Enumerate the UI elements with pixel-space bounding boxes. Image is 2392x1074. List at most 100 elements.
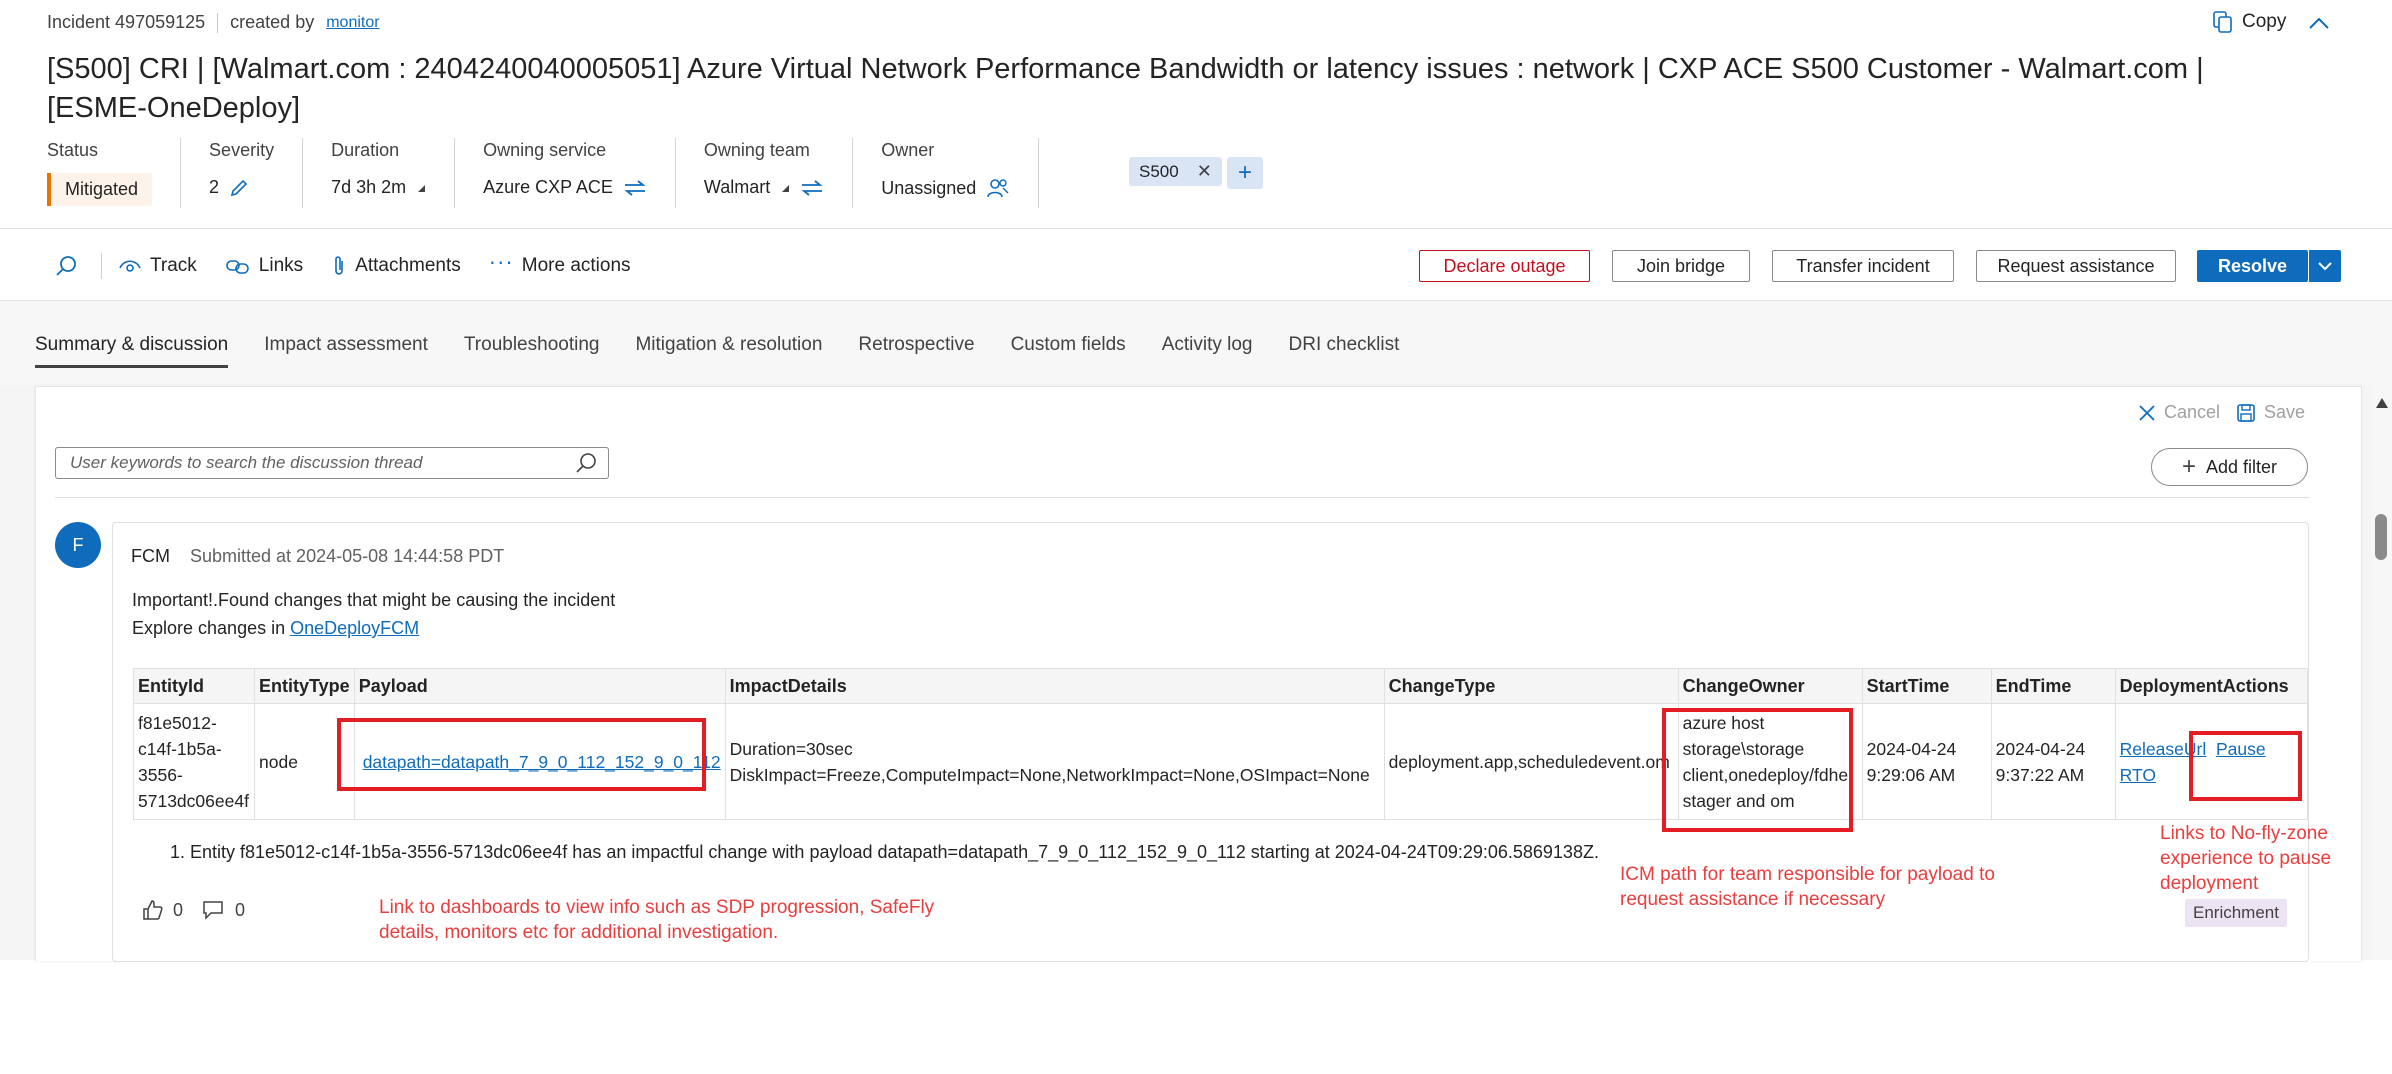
cancel-label: Cancel: [2164, 402, 2221, 422]
transfer-incident-button[interactable]: Transfer incident: [1772, 250, 1954, 282]
col-header-changeowner: ChangeOwner: [1677, 668, 1863, 704]
tab-impact-assessment[interactable]: Impact assessment: [264, 330, 428, 370]
declare-outage-button[interactable]: Declare outage: [1419, 250, 1590, 282]
incident-title: [S500] CRI | [Walmart.com : 240424004000…: [47, 53, 2204, 124]
annotation-no-fly: Links to No-fly-zone experience to pause…: [2160, 821, 2331, 896]
track-label: Track: [150, 255, 197, 276]
annotation-line: deployment: [2160, 873, 2259, 894]
duration-label: Duration: [331, 140, 400, 160]
thumbs-up-icon[interactable]: [141, 898, 165, 922]
tab-retrospective[interactable]: Retrospective: [858, 330, 974, 370]
edit-pencil-icon[interactable]: [229, 178, 249, 198]
resolve-button[interactable]: Resolve: [2197, 250, 2308, 282]
cell-endtime: 2024-04-24 9:37:22 AM: [1990, 703, 2116, 820]
add-filter-label: Add filter: [2205, 456, 2278, 477]
cell-impactdetails: Duration=30sec DiskImpact=Freeze,Compute…: [724, 703, 1385, 820]
search-icon[interactable]: [574, 452, 598, 476]
add-tag-button[interactable]: +: [1227, 157, 1263, 189]
tab-summary-discussion[interactable]: Summary & discussion: [35, 330, 229, 370]
owning-service-value: Azure CXP ACE: [483, 177, 613, 197]
divider: [217, 12, 219, 33]
comment-count: 0: [235, 899, 246, 920]
entityid-line: 3556-: [138, 764, 183, 785]
copy-button[interactable]: Copy: [2212, 10, 2286, 34]
status-badge[interactable]: Mitigated: [47, 173, 153, 206]
status-prop: Status Mitigated: [47, 138, 182, 208]
owner-prop: Owner Unassigned: [881, 138, 1040, 208]
annotation-box-changeowner: [1662, 708, 1853, 832]
like-count: 0: [173, 899, 184, 920]
tab-bar: Summary & discussion Impact assessment T…: [35, 330, 1435, 370]
search-button[interactable]: [55, 254, 79, 278]
assign-people-icon[interactable]: [986, 177, 1010, 199]
entityid-line: f81e5012-: [138, 712, 217, 733]
transfer-arrows-icon[interactable]: [800, 178, 824, 198]
col-header-starttime: StartTime: [1861, 668, 1992, 704]
starttime-line: 9:29:06 AM: [1866, 764, 1956, 785]
severity-prop: Severity 2: [209, 138, 304, 208]
divider: [55, 497, 2310, 498]
save-floppy-icon: [2237, 403, 2255, 422]
links-label: Links: [258, 255, 304, 276]
incident-meta: Incident 497059125 created by monitor: [47, 12, 380, 33]
save-button[interactable]: Save: [2236, 402, 2305, 423]
links-button[interactable]: Links: [225, 255, 303, 277]
tab-custom-fields[interactable]: Custom fields: [1011, 330, 1126, 370]
endtime-line: 2024-04-24: [1995, 738, 2086, 759]
divider: [101, 253, 102, 279]
add-filter-button[interactable]: + Add filter: [2151, 448, 2308, 486]
scroll-up-arrow-icon[interactable]: [2374, 396, 2390, 410]
tag-remove-icon[interactable]: ✕: [1197, 161, 1212, 182]
close-icon: [2139, 404, 2155, 421]
transfer-arrows-icon[interactable]: [623, 178, 647, 198]
resolve-dropdown-button[interactable]: [2308, 250, 2341, 282]
status-label: Status: [47, 140, 99, 160]
creator-link[interactable]: monitor: [326, 14, 379, 32]
owning-team-label: Owning team: [703, 140, 810, 160]
col-header-entityid: EntityId: [133, 668, 255, 704]
cancel-button[interactable]: Cancel: [2138, 402, 2220, 423]
discussion-search[interactable]: [55, 447, 609, 479]
more-actions-button[interactable]: ··· More actions: [489, 249, 631, 277]
link-icon: [225, 260, 249, 274]
tag-s500: S500 ✕: [1129, 157, 1222, 186]
collapse-chevron-icon[interactable]: [2306, 10, 2332, 36]
impact-line: DiskImpact=Freeze,ComputeImpact=None,Net…: [729, 764, 1370, 785]
avatar: F: [55, 522, 101, 568]
copy-icon: [2213, 11, 2232, 33]
request-assistance-button[interactable]: Request assistance: [1976, 250, 2176, 282]
explore-prefix: Explore changes in: [132, 618, 291, 638]
annotation-box-payload: [337, 718, 706, 791]
track-button[interactable]: Track: [118, 255, 197, 277]
duration-value: 7d 3h 2m: [331, 177, 407, 197]
reactions: 0 0: [141, 898, 245, 922]
discussion-search-input[interactable]: [68, 448, 572, 478]
impact-line: Duration=30sec: [729, 738, 853, 759]
copy-label: Copy: [2242, 11, 2287, 32]
severity-label: Severity: [209, 140, 275, 160]
scroll-thumb[interactable]: [2375, 514, 2387, 560]
annotation-line: Links to No-fly-zone: [2160, 823, 2328, 844]
annotation-line: details, monitors etc for additional inv…: [379, 922, 779, 943]
tab-troubleshooting[interactable]: Troubleshooting: [464, 330, 600, 370]
tab-activity-log[interactable]: Activity log: [1162, 330, 1253, 370]
caret-icon[interactable]: [780, 183, 790, 193]
post-author: FCM: [131, 546, 170, 566]
col-header-deploymentactions: DeploymentActions: [2114, 668, 2308, 704]
table-header-row: EntityId EntityType Payload ImpactDetail…: [133, 668, 2308, 704]
annotation-line: Link to dashboards to view info such as …: [379, 897, 935, 918]
annotation-dashboards: Link to dashboards to view info such as …: [379, 895, 934, 945]
tag-label: S500: [1139, 161, 1179, 181]
attachments-button[interactable]: Attachments: [331, 254, 461, 278]
scrollbar[interactable]: [2372, 386, 2392, 960]
created-by-label: created by: [230, 12, 315, 32]
enrichment-badge: Enrichment: [2185, 899, 2287, 927]
tab-mitigation-resolution[interactable]: Mitigation & resolution: [635, 330, 822, 370]
join-bridge-button[interactable]: Join bridge: [1612, 250, 1750, 282]
onedeployfcm-link[interactable]: OneDeployFCM: [290, 618, 419, 638]
panel-gutter: [0, 386, 35, 960]
cell-changetype: deployment.app,scheduledevent.om: [1383, 703, 1679, 820]
comment-icon[interactable]: [201, 898, 227, 922]
caret-icon[interactable]: [416, 183, 426, 193]
tab-dri-checklist[interactable]: DRI checklist: [1289, 330, 1400, 370]
